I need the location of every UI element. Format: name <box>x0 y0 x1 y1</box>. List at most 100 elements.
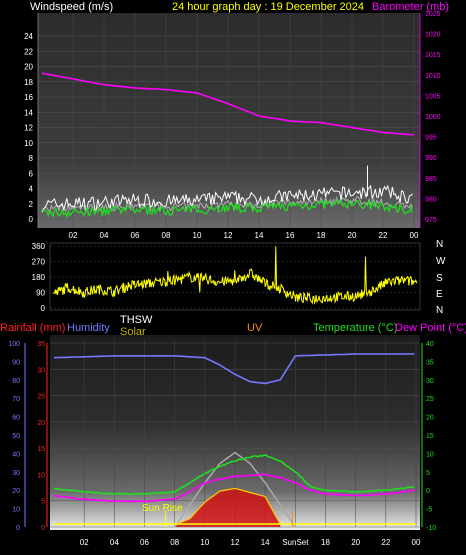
wind-x-tick: 08 <box>162 231 171 240</box>
barometer-y-tick: 985 <box>425 176 437 183</box>
barometer-y-tick: 1000 <box>425 114 441 121</box>
humidity-y-tick: 90 <box>12 359 20 366</box>
dewpoint-label: Dew Point (°C) <box>395 322 466 334</box>
wind-y-tick: 20 <box>24 63 33 72</box>
temperature-y-tick: -5 <box>426 507 432 514</box>
barometer-y-tick: 1025 <box>425 11 441 18</box>
solar-label: Solar <box>120 326 146 338</box>
temperature-y-tick: -10 <box>426 525 436 532</box>
direction-compass-label: N <box>436 305 443 316</box>
wind-x-tick: 16 <box>286 231 295 240</box>
rain-y-tick: 0 <box>41 525 45 532</box>
humidity-y-tick: 50 <box>12 433 20 440</box>
rain-y-tick: 5 <box>41 499 45 506</box>
direction-y-tick: 180 <box>32 273 46 282</box>
climate-x-tick: 00 <box>412 538 421 547</box>
graph-title: 24 hour graph day : 19 December 2024 <box>172 1 364 13</box>
wind-y-tick: 0 <box>29 215 34 224</box>
climate-x-tick: 20 <box>351 538 360 547</box>
humidity-y-tick: 20 <box>12 488 20 495</box>
direction-compass-label: S <box>436 273 443 284</box>
weather-charts: Windspeed (m/s) 24 hour graph day : 19 D… <box>0 1 466 547</box>
rain-y-tick: 35 <box>37 341 45 348</box>
uv-label: UV <box>247 322 263 334</box>
climate-x-tick: 14 <box>261 538 270 547</box>
direction-y-tick: 360 <box>32 242 46 251</box>
wind-y-tick: 14 <box>24 108 33 117</box>
wind-x-tick: 22 <box>379 231 388 240</box>
temperature-label: Temperature (°C) <box>313 322 397 334</box>
humidity-y-tick: 10 <box>12 507 20 514</box>
wind-y-tick: 2 <box>29 200 34 209</box>
climate-x-tick: 12 <box>231 538 240 547</box>
climate-x-tick: 06 <box>140 538 149 547</box>
climate-x-tick: 04 <box>110 538 119 547</box>
wind-x-tick: 18 <box>317 231 326 240</box>
climate-x-tick: SunSet <box>282 538 309 547</box>
wind-x-tick: 00 <box>410 231 419 240</box>
humidity-y-tick: 40 <box>12 451 20 458</box>
thsw-label: THSW <box>120 314 153 326</box>
wind-y-tick: 22 <box>24 47 33 56</box>
wind-x-tick: 20 <box>348 231 357 240</box>
wind-y-tick: 10 <box>24 139 33 148</box>
temperature-y-tick: 35 <box>426 359 434 366</box>
wind-y-tick: 24 <box>24 32 33 41</box>
wind-y-tick: 6 <box>29 169 34 178</box>
humidity-y-tick: 70 <box>12 396 20 403</box>
humidity-y-tick: 100 <box>8 341 20 348</box>
climate-x-tick: 10 <box>200 538 209 547</box>
temperature-y-tick: 40 <box>426 341 434 348</box>
temperature-y-tick: 0 <box>426 488 430 495</box>
direction-compass-label: W <box>436 256 446 267</box>
wind-x-tick: 10 <box>193 231 202 240</box>
temperature-y-tick: 10 <box>426 451 434 458</box>
wind-y-tick: 16 <box>24 93 33 102</box>
rainfall-label: Rainfall (mm) <box>0 322 65 334</box>
barometer-y-tick: 1020 <box>425 32 441 39</box>
weather-graph-stage: Windspeed (m/s) 24 hour graph day : 19 D… <box>0 0 466 555</box>
temperature-y-tick: 30 <box>426 378 434 385</box>
windspeed-label: Windspeed (m/s) <box>30 1 113 13</box>
wind-x-tick: 06 <box>131 231 140 240</box>
temperature-y-tick: 25 <box>426 396 434 403</box>
wind-y-tick: 12 <box>24 124 33 133</box>
rain-y-tick: 15 <box>37 446 45 453</box>
wind-x-tick: 12 <box>224 231 233 240</box>
wind-x-tick: 02 <box>69 231 78 240</box>
rain-y-tick: 10 <box>37 472 45 479</box>
barometer-y-tick: 1005 <box>425 93 441 100</box>
barometer-y-tick: 975 <box>425 217 437 224</box>
climate-x-tick: 22 <box>381 538 390 547</box>
wind-y-tick: 18 <box>24 78 33 87</box>
direction-y-tick: 0 <box>41 304 46 313</box>
wind-y-tick: 4 <box>29 185 34 194</box>
temperature-y-tick: 15 <box>426 433 434 440</box>
wind-y-tick: 8 <box>29 154 34 163</box>
climate-x-tick: 08 <box>170 538 179 547</box>
direction-y-tick: 270 <box>32 258 46 267</box>
barometer-y-tick: 990 <box>425 155 437 162</box>
humidity-y-tick: 30 <box>12 470 20 477</box>
wind-x-tick: 14 <box>255 231 264 240</box>
humidity-label: Humidity <box>67 322 110 334</box>
climate-x-tick: 02 <box>80 538 89 547</box>
direction-compass-label: N <box>436 239 443 250</box>
rain-y-tick: 25 <box>37 394 45 401</box>
temperature-y-tick: 5 <box>426 470 430 477</box>
barometer-y-tick: 1010 <box>425 73 441 80</box>
barometer-y-tick: 995 <box>425 135 437 142</box>
direction-y-tick: 90 <box>36 289 45 298</box>
climate-x-tick: 18 <box>321 538 330 547</box>
temperature-y-tick: 20 <box>426 415 434 422</box>
rain-y-tick: 20 <box>37 420 45 427</box>
rain-y-tick: 30 <box>37 367 45 374</box>
sunrise-annotation: Sun Rise <box>142 503 183 514</box>
barometer-y-tick: 1015 <box>425 52 441 59</box>
wind-x-tick: 04 <box>100 231 109 240</box>
humidity-y-tick: 80 <box>12 378 20 385</box>
humidity-y-tick: 0 <box>16 525 20 532</box>
humidity-y-tick: 60 <box>12 415 20 422</box>
direction-compass-label: E <box>436 289 443 300</box>
barometer-y-tick: 980 <box>425 196 437 203</box>
